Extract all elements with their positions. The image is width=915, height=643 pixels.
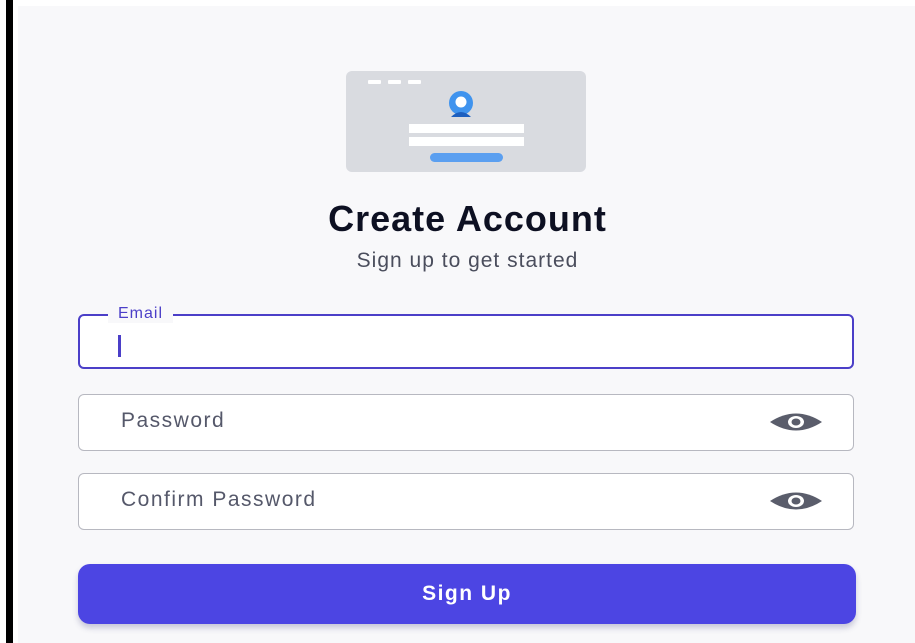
password-field[interactable]: Password: [78, 394, 854, 451]
sign-up-label: Sign Up: [422, 582, 512, 605]
window-dot: [388, 80, 401, 84]
sign-up-button[interactable]: Sign Up: [78, 564, 856, 624]
account-illustration: [346, 71, 586, 172]
user-avatar-icon: [449, 91, 473, 117]
illustration-input-line: [409, 124, 524, 133]
email-field[interactable]: Email: [78, 305, 854, 369]
confirm-password-placeholder: Confirm Password: [121, 488, 317, 511]
window-dot: [368, 80, 381, 84]
text-cursor: [118, 335, 121, 357]
eye-icon[interactable]: [769, 411, 823, 433]
window-edge: [0, 0, 14, 643]
illustration-input-line: [409, 137, 524, 146]
confirm-password-field[interactable]: Confirm Password: [78, 473, 854, 530]
email-label: Email: [108, 305, 174, 323]
illustration-button: [430, 153, 503, 162]
password-placeholder: Password: [121, 409, 226, 432]
page-title: Create Account: [328, 198, 607, 239]
eye-icon[interactable]: [769, 490, 823, 512]
window-dot: [408, 80, 421, 84]
page-subtitle: Sign up to get started: [356, 249, 579, 272]
